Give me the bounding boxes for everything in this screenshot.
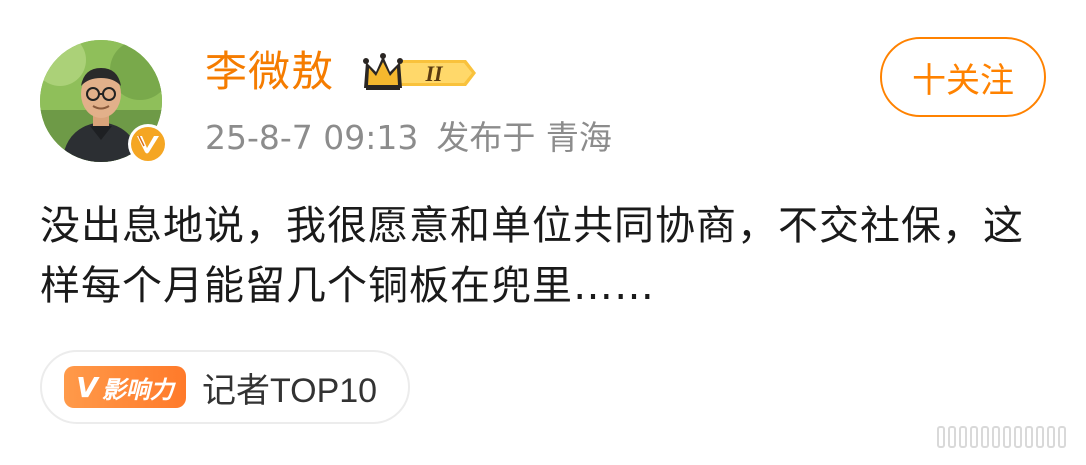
watermark-segment xyxy=(1036,426,1044,448)
post-timestamp[interactable]: 25-8-7 09:13 xyxy=(205,118,418,157)
crown-icon: II xyxy=(362,52,482,94)
avatar[interactable] xyxy=(40,40,168,164)
follow-button-label: 十关注 xyxy=(912,60,1014,101)
weibo-post-card: 李微敖 II 25-8-7 09:13 发布于 青海 十关注 没出息地说，我很愿意… xyxy=(0,0,1086,465)
watermark-bar xyxy=(906,423,1066,451)
post-content: 没出息地说，我很愿意和单位共同协商，不交社保，这样每个月能留几个铜板在兜里…… xyxy=(40,203,1024,309)
watermark-segment xyxy=(981,426,989,448)
location-prefix: 发布于 xyxy=(436,118,536,157)
author-name[interactable]: 李微敖 xyxy=(205,44,334,100)
watermark-segment xyxy=(1003,426,1011,448)
svg-text:II: II xyxy=(424,61,444,86)
watermark-segment xyxy=(1047,426,1055,448)
watermark-segment xyxy=(937,426,945,448)
watermark-segment xyxy=(992,426,1000,448)
verified-v-icon xyxy=(128,124,168,164)
influence-tag-text: 记者TOP10 xyxy=(202,371,378,410)
influence-v-icon: V xyxy=(76,370,98,404)
watermark-segment xyxy=(959,426,967,448)
follow-button[interactable]: 十关注 xyxy=(880,37,1046,117)
post-location: 青海 xyxy=(545,118,612,157)
watermark-segment xyxy=(1025,426,1033,448)
watermark-segment xyxy=(1014,426,1022,448)
influence-badge-label: 影响力 xyxy=(101,375,174,404)
influence-tag-chip[interactable]: V 影响力 记者TOP10 xyxy=(40,350,410,424)
watermark-segment xyxy=(970,426,978,448)
influence-badge: V 影响力 xyxy=(64,366,186,408)
watermark-segment xyxy=(1058,426,1066,448)
watermark-segment xyxy=(948,426,956,448)
post-meta: 25-8-7 09:13 发布于 青海 xyxy=(205,116,612,160)
